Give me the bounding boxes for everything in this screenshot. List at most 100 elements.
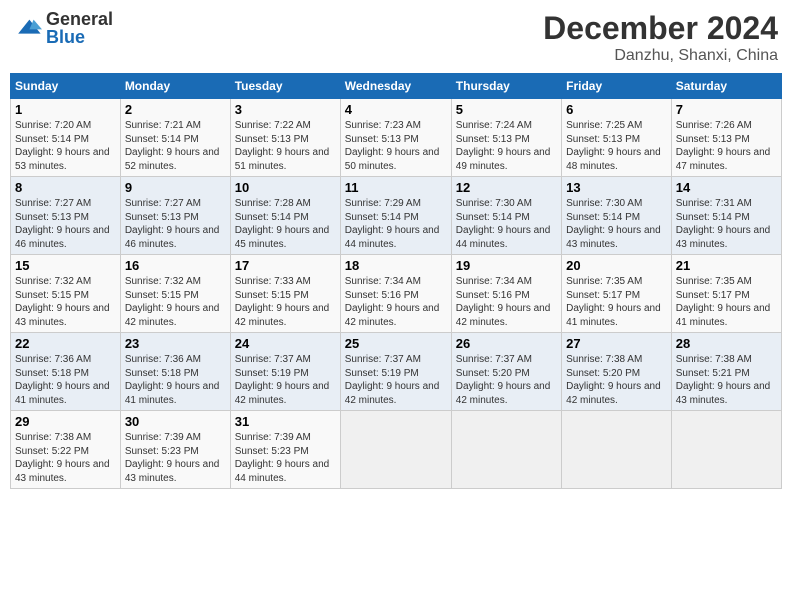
- calendar-cell: 24 Sunrise: 7:37 AM Sunset: 5:19 PM Dayl…: [230, 333, 340, 411]
- day-number: 29: [15, 414, 116, 429]
- day-number: 21: [676, 258, 777, 273]
- day-number: 26: [456, 336, 557, 351]
- calendar-cell: 15 Sunrise: 7:32 AM Sunset: 5:15 PM Dayl…: [11, 255, 121, 333]
- day-info: Sunrise: 7:32 AM Sunset: 5:15 PM Dayligh…: [125, 275, 226, 329]
- month-title: December 2024: [543, 10, 778, 47]
- day-info: Sunrise: 7:35 AM Sunset: 5:17 PM Dayligh…: [676, 275, 777, 329]
- calendar-cell: 13 Sunrise: 7:30 AM Sunset: 5:14 PM Dayl…: [562, 177, 672, 255]
- day-info: Sunrise: 7:37 AM Sunset: 5:19 PM Dayligh…: [345, 353, 447, 407]
- day-info: Sunrise: 7:30 AM Sunset: 5:14 PM Dayligh…: [456, 197, 557, 251]
- calendar-cell: 9 Sunrise: 7:27 AM Sunset: 5:13 PM Dayli…: [120, 177, 230, 255]
- calendar-cell: 14 Sunrise: 7:31 AM Sunset: 5:14 PM Dayl…: [671, 177, 781, 255]
- col-wednesday: Wednesday: [340, 74, 451, 99]
- calendar-cell: [562, 411, 672, 489]
- day-info: Sunrise: 7:32 AM Sunset: 5:15 PM Dayligh…: [15, 275, 116, 329]
- calendar-week-1: 1 Sunrise: 7:20 AM Sunset: 5:14 PM Dayli…: [11, 99, 782, 177]
- day-number: 15: [15, 258, 116, 273]
- calendar-cell: 18 Sunrise: 7:34 AM Sunset: 5:16 PM Dayl…: [340, 255, 451, 333]
- day-info: Sunrise: 7:24 AM Sunset: 5:13 PM Dayligh…: [456, 119, 557, 173]
- day-info: Sunrise: 7:27 AM Sunset: 5:13 PM Dayligh…: [15, 197, 116, 251]
- day-number: 24: [235, 336, 336, 351]
- logo-icon: [14, 14, 42, 42]
- day-number: 30: [125, 414, 226, 429]
- day-info: Sunrise: 7:21 AM Sunset: 5:14 PM Dayligh…: [125, 119, 226, 173]
- header-row: Sunday Monday Tuesday Wednesday Thursday…: [11, 74, 782, 99]
- day-number: 18: [345, 258, 447, 273]
- day-number: 13: [566, 180, 667, 195]
- calendar-cell: 3 Sunrise: 7:22 AM Sunset: 5:13 PM Dayli…: [230, 99, 340, 177]
- calendar-body: 1 Sunrise: 7:20 AM Sunset: 5:14 PM Dayli…: [11, 99, 782, 489]
- calendar-cell: 12 Sunrise: 7:30 AM Sunset: 5:14 PM Dayl…: [451, 177, 561, 255]
- calendar-cell: 4 Sunrise: 7:23 AM Sunset: 5:13 PM Dayli…: [340, 99, 451, 177]
- day-info: Sunrise: 7:37 AM Sunset: 5:19 PM Dayligh…: [235, 353, 336, 407]
- calendar-cell: 10 Sunrise: 7:28 AM Sunset: 5:14 PM Dayl…: [230, 177, 340, 255]
- calendar-week-3: 15 Sunrise: 7:32 AM Sunset: 5:15 PM Dayl…: [11, 255, 782, 333]
- day-number: 6: [566, 102, 667, 117]
- col-monday: Monday: [120, 74, 230, 99]
- day-number: 27: [566, 336, 667, 351]
- day-number: 31: [235, 414, 336, 429]
- day-info: Sunrise: 7:38 AM Sunset: 5:20 PM Dayligh…: [566, 353, 667, 407]
- day-info: Sunrise: 7:38 AM Sunset: 5:22 PM Dayligh…: [15, 431, 116, 485]
- day-number: 20: [566, 258, 667, 273]
- calendar-week-2: 8 Sunrise: 7:27 AM Sunset: 5:13 PM Dayli…: [11, 177, 782, 255]
- calendar-cell: 19 Sunrise: 7:34 AM Sunset: 5:16 PM Dayl…: [451, 255, 561, 333]
- day-info: Sunrise: 7:39 AM Sunset: 5:23 PM Dayligh…: [235, 431, 336, 485]
- day-number: 1: [15, 102, 116, 117]
- calendar-week-4: 22 Sunrise: 7:36 AM Sunset: 5:18 PM Dayl…: [11, 333, 782, 411]
- calendar-cell: 5 Sunrise: 7:24 AM Sunset: 5:13 PM Dayli…: [451, 99, 561, 177]
- logo-blue-text: Blue: [46, 28, 113, 46]
- calendar-week-5: 29 Sunrise: 7:38 AM Sunset: 5:22 PM Dayl…: [11, 411, 782, 489]
- logo: General Blue: [14, 10, 113, 46]
- day-info: Sunrise: 7:25 AM Sunset: 5:13 PM Dayligh…: [566, 119, 667, 173]
- day-number: 5: [456, 102, 557, 117]
- col-tuesday: Tuesday: [230, 74, 340, 99]
- calendar-table: Sunday Monday Tuesday Wednesday Thursday…: [10, 73, 782, 489]
- day-number: 25: [345, 336, 447, 351]
- location-title: Danzhu, Shanxi, China: [543, 47, 778, 65]
- day-number: 4: [345, 102, 447, 117]
- day-number: 10: [235, 180, 336, 195]
- page-header: General Blue December 2024 Danzhu, Shanx…: [10, 10, 782, 65]
- calendar-cell: 11 Sunrise: 7:29 AM Sunset: 5:14 PM Dayl…: [340, 177, 451, 255]
- calendar-cell: 20 Sunrise: 7:35 AM Sunset: 5:17 PM Dayl…: [562, 255, 672, 333]
- title-block: December 2024 Danzhu, Shanxi, China: [543, 10, 778, 65]
- calendar-cell: 17 Sunrise: 7:33 AM Sunset: 5:15 PM Dayl…: [230, 255, 340, 333]
- col-saturday: Saturday: [671, 74, 781, 99]
- calendar-cell: 21 Sunrise: 7:35 AM Sunset: 5:17 PM Dayl…: [671, 255, 781, 333]
- day-info: Sunrise: 7:39 AM Sunset: 5:23 PM Dayligh…: [125, 431, 226, 485]
- logo-general-text: General: [46, 10, 113, 28]
- day-info: Sunrise: 7:23 AM Sunset: 5:13 PM Dayligh…: [345, 119, 447, 173]
- day-number: 8: [15, 180, 116, 195]
- calendar-cell: [451, 411, 561, 489]
- calendar-cell: 28 Sunrise: 7:38 AM Sunset: 5:21 PM Dayl…: [671, 333, 781, 411]
- col-thursday: Thursday: [451, 74, 561, 99]
- calendar-cell: [340, 411, 451, 489]
- day-number: 14: [676, 180, 777, 195]
- day-number: 19: [456, 258, 557, 273]
- day-number: 28: [676, 336, 777, 351]
- day-number: 12: [456, 180, 557, 195]
- calendar-header: Sunday Monday Tuesday Wednesday Thursday…: [11, 74, 782, 99]
- col-friday: Friday: [562, 74, 672, 99]
- calendar-cell: 22 Sunrise: 7:36 AM Sunset: 5:18 PM Dayl…: [11, 333, 121, 411]
- day-info: Sunrise: 7:22 AM Sunset: 5:13 PM Dayligh…: [235, 119, 336, 173]
- calendar-cell: 25 Sunrise: 7:37 AM Sunset: 5:19 PM Dayl…: [340, 333, 451, 411]
- calendar-cell: 1 Sunrise: 7:20 AM Sunset: 5:14 PM Dayli…: [11, 99, 121, 177]
- day-info: Sunrise: 7:38 AM Sunset: 5:21 PM Dayligh…: [676, 353, 777, 407]
- day-number: 17: [235, 258, 336, 273]
- day-info: Sunrise: 7:37 AM Sunset: 5:20 PM Dayligh…: [456, 353, 557, 407]
- day-info: Sunrise: 7:33 AM Sunset: 5:15 PM Dayligh…: [235, 275, 336, 329]
- calendar-cell: 6 Sunrise: 7:25 AM Sunset: 5:13 PM Dayli…: [562, 99, 672, 177]
- day-info: Sunrise: 7:34 AM Sunset: 5:16 PM Dayligh…: [456, 275, 557, 329]
- day-number: 2: [125, 102, 226, 117]
- day-number: 16: [125, 258, 226, 273]
- day-info: Sunrise: 7:26 AM Sunset: 5:13 PM Dayligh…: [676, 119, 777, 173]
- day-number: 23: [125, 336, 226, 351]
- day-info: Sunrise: 7:30 AM Sunset: 5:14 PM Dayligh…: [566, 197, 667, 251]
- calendar-cell: [671, 411, 781, 489]
- day-number: 3: [235, 102, 336, 117]
- calendar-cell: 31 Sunrise: 7:39 AM Sunset: 5:23 PM Dayl…: [230, 411, 340, 489]
- col-sunday: Sunday: [11, 74, 121, 99]
- day-number: 11: [345, 180, 447, 195]
